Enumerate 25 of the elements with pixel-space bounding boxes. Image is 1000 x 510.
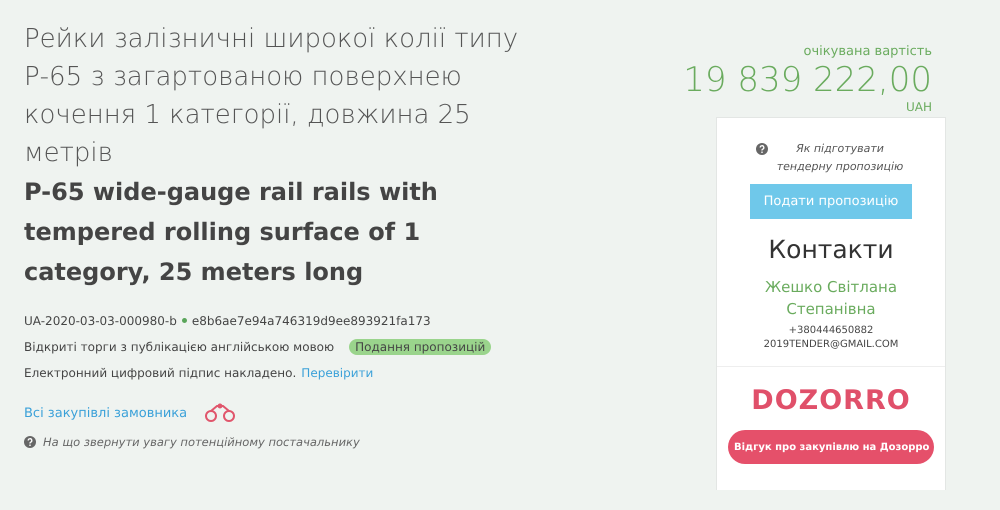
tender-title-english: P-65 wide-gauge rail rails with tempered rolling surface of 1 category, 25 meters long <box>24 177 439 288</box>
status-badge: Подання пропозицій <box>349 338 492 354</box>
tender-hash: e8b6ae7e94a746319d9ee893921fa173 <box>192 314 431 328</box>
procedure-type: Відкриті торги з публікацією англійською мовою <box>24 340 334 354</box>
feedback-button[interactable]: Відгук про закупівлю на Дозорро <box>728 430 934 464</box>
expected-value-amount: 19 839 222,00 <box>682 59 932 101</box>
binoculars-icon <box>203 403 238 423</box>
contact-name: Жешко Світлана Степанівна <box>764 277 898 320</box>
contact-email: 2019TENDER@GMAIL.COM <box>764 338 898 352</box>
tender-title: Рейки залізничні широкої колії типу Р-65 з загартованою поверхнею кочення 1 категорії, довжина 25 метрів <box>24 23 520 170</box>
all-purchases-link[interactable]: Всі закупівлі замовника <box>24 406 188 420</box>
signature-text: Електронний цифровий підпис накладено. <box>24 366 296 380</box>
expected-value-label: очікувана вартість <box>802 44 932 59</box>
tender-id: UA-2020-03-03-000980-b <box>24 314 177 328</box>
submit-proposal-button[interactable]: Подати пропозицію <box>750 184 912 219</box>
help-link[interactable]: Як підготувати тендерну пропозицію <box>774 140 906 176</box>
contact-phone: +380444650882 <box>788 324 874 338</box>
help-icon <box>24 436 36 448</box>
currency-label: UAH <box>904 101 932 114</box>
supplier-hint-link[interactable]: На що звернути увагу потенційному постачальнику <box>43 435 360 449</box>
contacts-heading: Контакти <box>768 235 894 264</box>
separator-dot <box>182 318 187 323</box>
verify-link[interactable]: Перевірити <box>301 366 374 380</box>
help-icon <box>756 143 768 155</box>
dozorro-logo: DOZORRO <box>751 385 911 416</box>
